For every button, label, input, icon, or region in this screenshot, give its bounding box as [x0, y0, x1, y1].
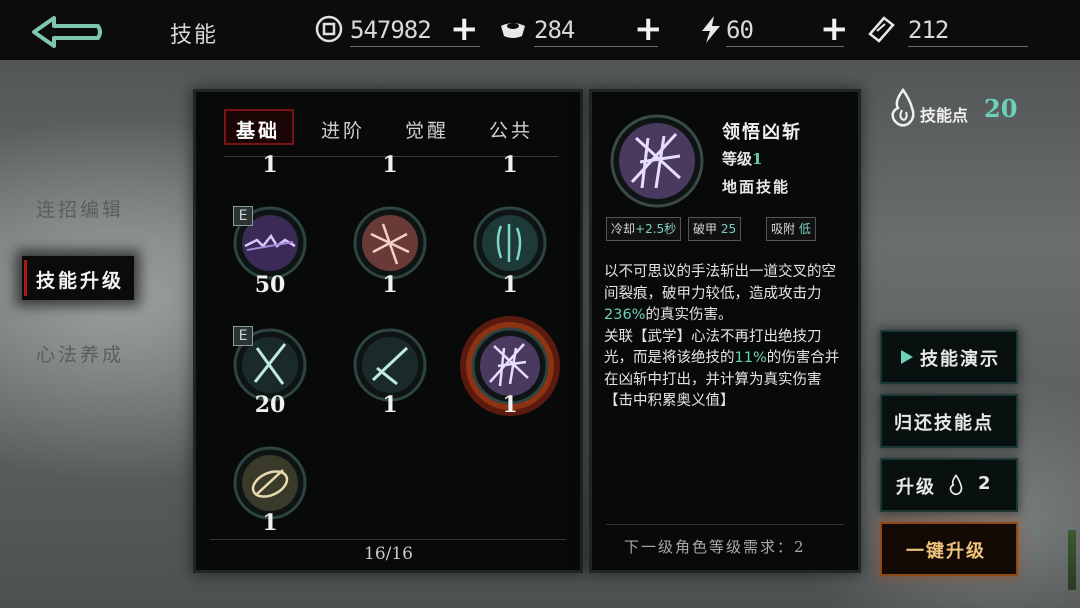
upgrade-cost: 2 — [978, 473, 993, 494]
ticket-icon — [868, 16, 895, 43]
upgrade-button[interactable]: 升级 2 — [882, 460, 1016, 510]
divider — [210, 539, 566, 540]
resource-energy: 60 + — [696, 10, 856, 50]
skill-level: 20 — [254, 392, 286, 418]
skills-panel: 基础 进阶 觉醒 公共 1 1 1 E 50 1 1 E 20 1 1 1 16… — [196, 92, 580, 570]
skill-description: 以不可思议的手法斩出一道交叉的空间裂痕，破甲力较低，造成攻击力 236%的真实伤害… — [604, 262, 850, 413]
skill-level: 1 — [382, 152, 398, 172]
add-energy-button[interactable]: + — [820, 12, 849, 46]
stat-value: 低 — [798, 222, 811, 236]
skill-level: 1 — [502, 152, 518, 172]
lightning-icon — [702, 16, 720, 43]
button-label: 技能演示 — [920, 349, 1000, 370]
coin-value: 547982 — [350, 16, 432, 44]
skill-slot-7[interactable] — [233, 446, 307, 520]
back-button[interactable] — [30, 14, 104, 50]
desc-highlight: 11% — [734, 350, 767, 366]
button-label: 一键升级 — [906, 541, 986, 562]
resource-ticket: 212 — [866, 10, 1036, 50]
skill-points-label: 技能点 — [920, 106, 969, 125]
resource-silver: 284 + — [498, 10, 668, 50]
skill-detail-panel: 领悟凶斩 等级1 地面技能 冷却+2.5秒 破甲 25 吸附 低 以不可思议的手… — [592, 92, 858, 570]
level-label: 等级 — [722, 150, 753, 168]
stat-adsorb: 吸附 低 — [766, 217, 816, 241]
button-label: 升级 — [896, 477, 936, 498]
selected-skill-icon — [610, 114, 704, 208]
play-icon — [901, 350, 913, 364]
skill-points-value: 20 — [984, 94, 1018, 123]
tab-advanced[interactable]: 进阶 — [321, 116, 365, 143]
teal-swords-skill-icon — [353, 328, 427, 402]
stat-armor-break: 破甲 25 — [688, 217, 742, 241]
teal-wave-skill-icon — [473, 206, 547, 280]
add-silver-button[interactable]: + — [634, 12, 663, 46]
skill-level: 1 — [382, 392, 398, 418]
resource-coin: 547982 + — [314, 10, 484, 50]
tab-basic[interactable]: 基础 — [236, 116, 280, 143]
silver-ingot-icon — [501, 23, 525, 38]
equipped-badge: E — [233, 326, 253, 346]
flame-icon — [891, 88, 915, 127]
divider — [908, 46, 1028, 47]
stat-cooldown: 冷却+2.5秒 — [606, 217, 682, 241]
stat-label: 冷却 — [611, 222, 636, 236]
skill-level-line: 等级1 — [722, 148, 762, 169]
one-click-upgrade-button[interactable]: 一键升级 — [882, 524, 1016, 574]
nav-mind-method[interactable]: 心法养成 — [36, 340, 124, 367]
ticket-value: 212 — [908, 16, 949, 44]
tab-awaken[interactable]: 觉醒 — [405, 116, 449, 143]
level-requirement: 下一级角色等级需求：2 — [624, 538, 806, 556]
silver-value: 284 — [534, 16, 575, 44]
button-label: 归还技能点 — [894, 413, 994, 434]
tab-common[interactable]: 公共 — [489, 116, 533, 143]
skill-slot-3[interactable] — [473, 206, 547, 280]
refund-points-button[interactable]: 归还技能点 — [882, 396, 1016, 446]
nav-skill-upgrade[interactable]: 技能升级 — [36, 266, 124, 293]
skill-level: 1 — [382, 272, 398, 298]
red-claw-skill-icon — [353, 206, 427, 280]
desc-text: 以不可思议的手法斩出一道交叉的空间裂痕，破甲力较低，造成攻击力 — [604, 264, 836, 302]
desc-text: 的真实伤害。 — [645, 307, 733, 323]
energy-value: 60 — [726, 16, 754, 44]
skill-level: 1 — [502, 272, 518, 298]
desc-highlight: 236% — [604, 307, 646, 323]
gold-ring-skill-icon — [233, 446, 307, 520]
nav-combo-edit[interactable]: 连招编辑 — [36, 195, 124, 222]
stat-value: +2.5秒 — [635, 222, 677, 236]
divider — [606, 524, 844, 525]
coin-icon — [315, 15, 343, 43]
flame-icon — [949, 474, 963, 496]
page-title: 技能 — [170, 23, 219, 48]
add-coin-button[interactable]: + — [450, 12, 479, 46]
level-value: 1 — [752, 150, 763, 168]
skill-count: 16/16 — [364, 544, 413, 564]
stat-label: 吸附 — [771, 222, 796, 236]
nav-active-marker — [24, 260, 27, 296]
skill-level: 50 — [254, 272, 286, 298]
skill-demo-button[interactable]: 技能演示 — [882, 332, 1016, 382]
desc-text: 【击中积累奥义值】 — [604, 393, 735, 409]
side-handle[interactable] — [1068, 530, 1076, 590]
back-arrow-icon — [32, 16, 102, 48]
skill-level: 1 — [262, 152, 278, 172]
skill-level: 1 — [502, 392, 518, 418]
top-bar: 技能 547982 + 284 + 60 + 212 — [0, 0, 1080, 60]
skill-name: 领悟凶斩 — [722, 122, 802, 143]
stat-value: 25 — [720, 222, 737, 236]
skill-level: 1 — [262, 510, 278, 536]
skill-type: 地面技能 — [722, 178, 791, 196]
skill-slot-5[interactable] — [353, 328, 427, 402]
skill-slot-2[interactable] — [353, 206, 427, 280]
equipped-badge: E — [233, 206, 253, 226]
stat-label: 破甲 — [693, 222, 718, 236]
